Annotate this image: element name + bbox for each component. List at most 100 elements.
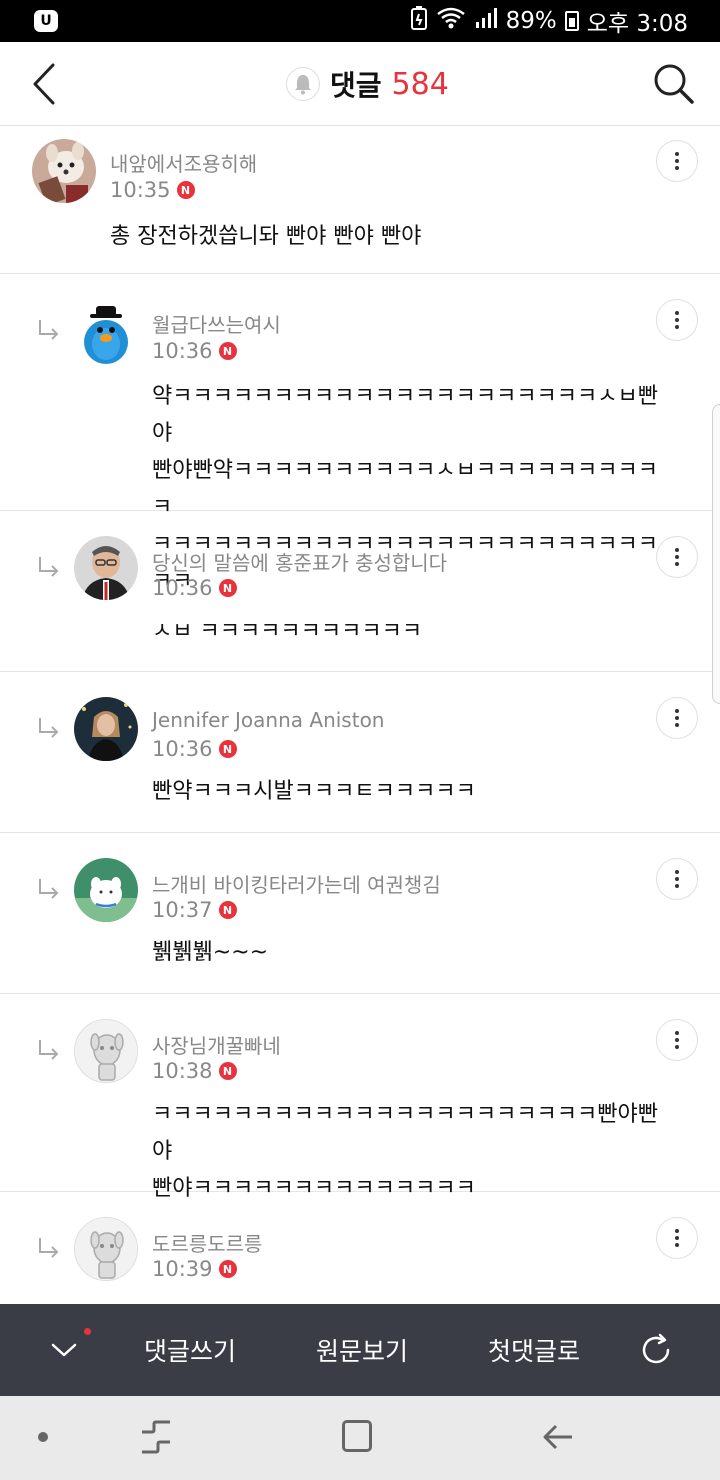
new-badge: N: [218, 740, 237, 758]
comment-item: Jennifer Joanna Aniston 10:36 N 빤약ㅋㅋㅋ시발ㅋ…: [0, 672, 720, 833]
comment-item: 느개비 바이킹타러가는데 여권챙김 10:37 N 뷁뷁뷁~~~: [0, 833, 720, 994]
comment-meta: 10:37 N: [152, 898, 237, 922]
nav-dot-icon: [38, 1432, 48, 1442]
more-vertical-icon: [675, 548, 679, 566]
refresh-icon: [642, 1333, 670, 1364]
wifi-icon: [436, 6, 466, 36]
comment-text: 뷁뷁뷁~~~: [152, 940, 269, 965]
comment-item: 당신의 말씀에 홍준표가 충성합니다 10:36 N ㅅㅂ ㅋㅋㅋㅋㅋㅋㅋㅋㅋㅋ…: [0, 511, 720, 672]
more-options-button[interactable]: [656, 299, 698, 341]
more-options-button[interactable]: [656, 697, 698, 739]
collapse-button[interactable]: [44, 1330, 84, 1370]
more-options-button[interactable]: [656, 140, 698, 182]
comment-text: ㅋㅋㅋㅋㅋㅋㅋㅋㅋㅋㅋㅋㅋㅋㅋㅋㅋㅋㅋㅋㅋㅋ빤야빤야 빤야ㅋㅋㅋㅋㅋㅋㅋㅋㅋㅋㅋ…: [152, 1102, 659, 1201]
comment-time: 10:36: [152, 737, 213, 761]
view-original-button[interactable]: 원문보기: [316, 1332, 408, 1368]
avatar[interactable]: [74, 536, 138, 600]
more-options-button[interactable]: [656, 1019, 698, 1061]
write-comment-button[interactable]: 댓글쓰기: [144, 1332, 236, 1368]
comment-meta: 10:36 N: [152, 576, 237, 600]
bottom-toolbar: 댓글쓰기 원문보기 첫댓글로: [0, 1304, 720, 1396]
comment-text: 총 장전하겠씁니돠 빤야 빤야 빤야: [110, 224, 422, 249]
comment-item: 내앞에서조용히해 10:35 N 총 장전하겠씁니돠 빤야 빤야 빤야: [0, 126, 720, 274]
new-indicator-dot: [84, 1328, 91, 1335]
signal-icon: [474, 6, 498, 36]
more-options-button[interactable]: [656, 858, 698, 900]
chevron-left-icon: [33, 63, 55, 105]
avatar[interactable]: [74, 697, 138, 761]
comment-time: 10:36: [152, 576, 213, 600]
comment-author[interactable]: 내앞에서조용히해: [110, 148, 257, 177]
comment-meta: 10:35 N: [110, 178, 195, 202]
new-badge: N: [218, 901, 237, 919]
avatar[interactable]: [74, 1217, 138, 1281]
comment-text: ㅅㅂ ㅋㅋㅋㅋㅋㅋㅋㅋㅋㅋㅋ: [152, 619, 423, 644]
new-badge: N: [218, 579, 237, 597]
new-badge: N: [218, 1062, 237, 1080]
reply-arrow-icon: [39, 557, 59, 577]
more-vertical-icon: [675, 152, 679, 170]
app-notification-icon: U: [34, 10, 58, 32]
refresh-button[interactable]: [636, 1330, 676, 1370]
scroll-handle[interactable]: [712, 404, 720, 704]
title-label: 댓글: [330, 69, 382, 102]
comment-meta: 10:36 N: [152, 737, 237, 761]
more-vertical-icon: [675, 709, 679, 727]
comment-author[interactable]: 사장님개꿀빠네: [152, 1030, 281, 1059]
status-bar: U 89% 오후 3:08: [0, 0, 720, 42]
comment-text: 빤약ㅋㅋㅋ시발ㅋㅋㅋㅌㅋㅋㅋㅋㅋ: [152, 779, 476, 804]
comment-author[interactable]: Jennifer Joanna Aniston: [152, 708, 384, 732]
reply-arrow-icon: [39, 718, 59, 738]
battery-icon: [564, 11, 579, 31]
home-button[interactable]: [342, 1420, 372, 1452]
comment-item: 사장님개꿀빠네 10:38 N ㅋㅋㅋㅋㅋㅋㅋㅋㅋㅋㅋㅋㅋㅋㅋㅋㅋㅋㅋㅋㅋㅋ빤야…: [0, 994, 720, 1201]
more-vertical-icon: [675, 311, 679, 329]
reply-arrow-icon: [39, 320, 59, 340]
comment-time: 10:35: [110, 178, 171, 202]
comment-author[interactable]: 느개비 바이킹타러가는데 여권챙김: [152, 869, 441, 898]
battery-saver-icon: [410, 6, 428, 36]
bell-icon: [295, 75, 311, 95]
new-badge: N: [176, 181, 195, 199]
more-vertical-icon: [675, 1031, 679, 1049]
new-badge: N: [218, 1260, 237, 1278]
search-button[interactable]: [650, 58, 698, 110]
comment-item: 도르릉도르릉 10:39 N: [0, 1192, 720, 1304]
comment-time: 10:38: [152, 1059, 213, 1083]
comment-time: 10:37: [152, 898, 213, 922]
comment-list[interactable]: 내앞에서조용히해 10:35 N 총 장전하겠씁니돠 빤야 빤야 빤야 월급다쓰…: [0, 126, 720, 1304]
screen: U 89% 오후 3:08 댓글 584 내앞에서조용히해 10:35 N 총 …: [0, 0, 720, 1480]
comment-meta: 10:38 N: [152, 1059, 237, 1083]
comment-author[interactable]: 월급다쓰는여시: [152, 309, 281, 338]
first-comment-button[interactable]: 첫댓글로: [488, 1332, 580, 1368]
comment-meta: 10:39 N: [152, 1257, 237, 1281]
reply-arrow-icon: [39, 1040, 59, 1060]
battery-percent: 89%: [505, 8, 557, 34]
back-arrow-icon[interactable]: [542, 1420, 574, 1454]
avatar[interactable]: [74, 1019, 138, 1083]
recent-apps-icon[interactable]: [140, 1420, 172, 1454]
system-nav-bar: [0, 1396, 720, 1480]
avatar[interactable]: [32, 139, 96, 203]
reply-arrow-icon: [39, 879, 59, 899]
comment-item: 월급다쓰는여시 10:36 N 약ㅋㅋㅋㅋㅋㅋㅋㅋㅋㅋㅋㅋㅋㅋㅋㅋㅋㅋㅋㅋㅋㅅㅂ…: [0, 274, 720, 594]
comment-time: 10:36: [152, 339, 213, 363]
comment-author[interactable]: 도르릉도르릉: [152, 1228, 262, 1257]
top-bar: 댓글 584: [0, 42, 720, 126]
comment-author[interactable]: 당신의 말씀에 홍준표가 충성합니다: [152, 547, 447, 576]
clock: 오후 3:08: [586, 11, 688, 37]
more-options-button[interactable]: [656, 536, 698, 578]
more-vertical-icon: [675, 1229, 679, 1247]
more-options-button[interactable]: [656, 1217, 698, 1259]
back-button[interactable]: [22, 60, 66, 108]
avatar[interactable]: [74, 300, 138, 364]
chevron-down-icon: [51, 1343, 77, 1357]
avatar[interactable]: [74, 858, 138, 922]
comment-count: 584: [391, 66, 449, 102]
more-vertical-icon: [675, 870, 679, 888]
notification-toggle[interactable]: [286, 67, 320, 101]
comment-time: 10:39: [152, 1257, 213, 1281]
new-badge: N: [218, 342, 237, 360]
comment-meta: 10:36 N: [152, 339, 237, 363]
reply-arrow-icon: [39, 1238, 59, 1258]
